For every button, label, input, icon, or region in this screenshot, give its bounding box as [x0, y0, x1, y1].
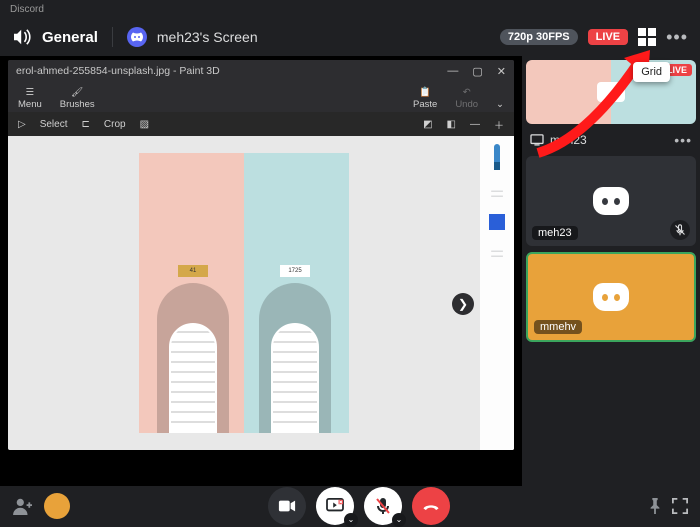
muted-icon: [670, 220, 690, 240]
quality-badge: 720p 30FPS: [500, 29, 578, 45]
channel-name: General: [42, 29, 98, 46]
more-button[interactable]: •••: [666, 27, 688, 48]
participant-name: meh23: [532, 226, 578, 240]
screen-icon: [530, 134, 544, 146]
color-swatch: [489, 214, 505, 230]
paint3d-brushes-button: 🖌Brushes: [60, 87, 95, 110]
paint3d-undo-button: ↶Undo: [455, 87, 478, 110]
crop-tool: Crop: [104, 119, 126, 130]
crop-icon: ⊏: [82, 119, 90, 130]
call-header: General meh23's Screen 720p 30FPS LIVE •…: [0, 18, 700, 56]
participant-name: mmehv: [534, 320, 582, 334]
cursor-icon: ▷: [18, 119, 26, 130]
grid-tooltip: Grid: [633, 62, 670, 82]
select-tool: Select: [40, 119, 68, 130]
door-number-left: 41: [178, 265, 208, 277]
expand-panel-button[interactable]: ❯: [452, 293, 474, 315]
zoom-in-icon: ＋: [494, 117, 504, 132]
fullscreen-button[interactable]: [672, 498, 688, 514]
shared-window-title: erol-ahmed-255854-unsplash.jpg - Paint 3…: [16, 65, 220, 77]
divider: [112, 27, 113, 47]
tile-more-button[interactable]: •••: [674, 132, 692, 148]
view-mixed-icon: ◧: [447, 119, 456, 130]
magic-select-icon: ▨: [140, 119, 149, 130]
stream-stage: erol-ahmed-255854-unsplash.jpg - Paint 3…: [0, 56, 522, 486]
chevron-down-icon[interactable]: ⌄: [344, 513, 358, 527]
participant-tile[interactable]: meh23: [526, 156, 696, 246]
participants-column: LIVE meh23 ••• meh23 mmehv: [522, 56, 700, 486]
screenshare-button[interactable]: ⌄: [316, 487, 354, 525]
mute-button[interactable]: ⌄: [364, 487, 402, 525]
sliders-icon: ⚌: [490, 242, 504, 262]
sliders-icon: ⚌: [490, 182, 504, 202]
chevron-down-icon[interactable]: ⌄: [392, 513, 406, 527]
stream-preview-tile[interactable]: LIVE: [526, 60, 696, 124]
disconnect-button[interactable]: [412, 487, 450, 525]
pin-button[interactable]: [648, 498, 662, 514]
live-badge: LIVE: [588, 29, 628, 45]
door-number-right: 1725: [280, 265, 310, 277]
app-name: Discord: [10, 4, 44, 15]
paint3d-right-panel: ⚌ ⚌: [480, 136, 514, 450]
participant-tile[interactable]: mmehv: [526, 252, 696, 342]
zoom-out-icon: —: [470, 119, 480, 130]
stream-subtitle: meh23's Screen: [157, 29, 258, 45]
camera-icon: [597, 82, 625, 102]
pen-tool-icon: [494, 144, 500, 170]
speaker-icon: [12, 29, 32, 45]
paint3d-menu-button: ☰Menu: [18, 87, 42, 110]
add-user-button[interactable]: [12, 497, 34, 515]
camera-button[interactable]: [268, 487, 306, 525]
stream-user-label: meh23: [550, 133, 587, 147]
self-avatar: [44, 493, 70, 519]
shared-app-window: erol-ahmed-255854-unsplash.jpg - Paint 3…: [8, 60, 514, 450]
paint3d-paste-button: 📋Paste: [413, 87, 437, 110]
window-controls: —▢✕: [447, 65, 506, 78]
window-titlebar: Discord: [0, 0, 700, 18]
grid-view-button[interactable]: [638, 28, 656, 46]
view-3d-icon: ◩: [423, 119, 432, 130]
discord-avatar-icon: [593, 283, 629, 311]
streamer-avatar: [127, 27, 147, 47]
call-controls: ⌄ ⌄: [0, 486, 700, 525]
discord-avatar-icon: [593, 187, 629, 215]
chevron-down-icon: ⌄: [496, 99, 504, 110]
canvas-image: 41 1725: [139, 153, 349, 433]
